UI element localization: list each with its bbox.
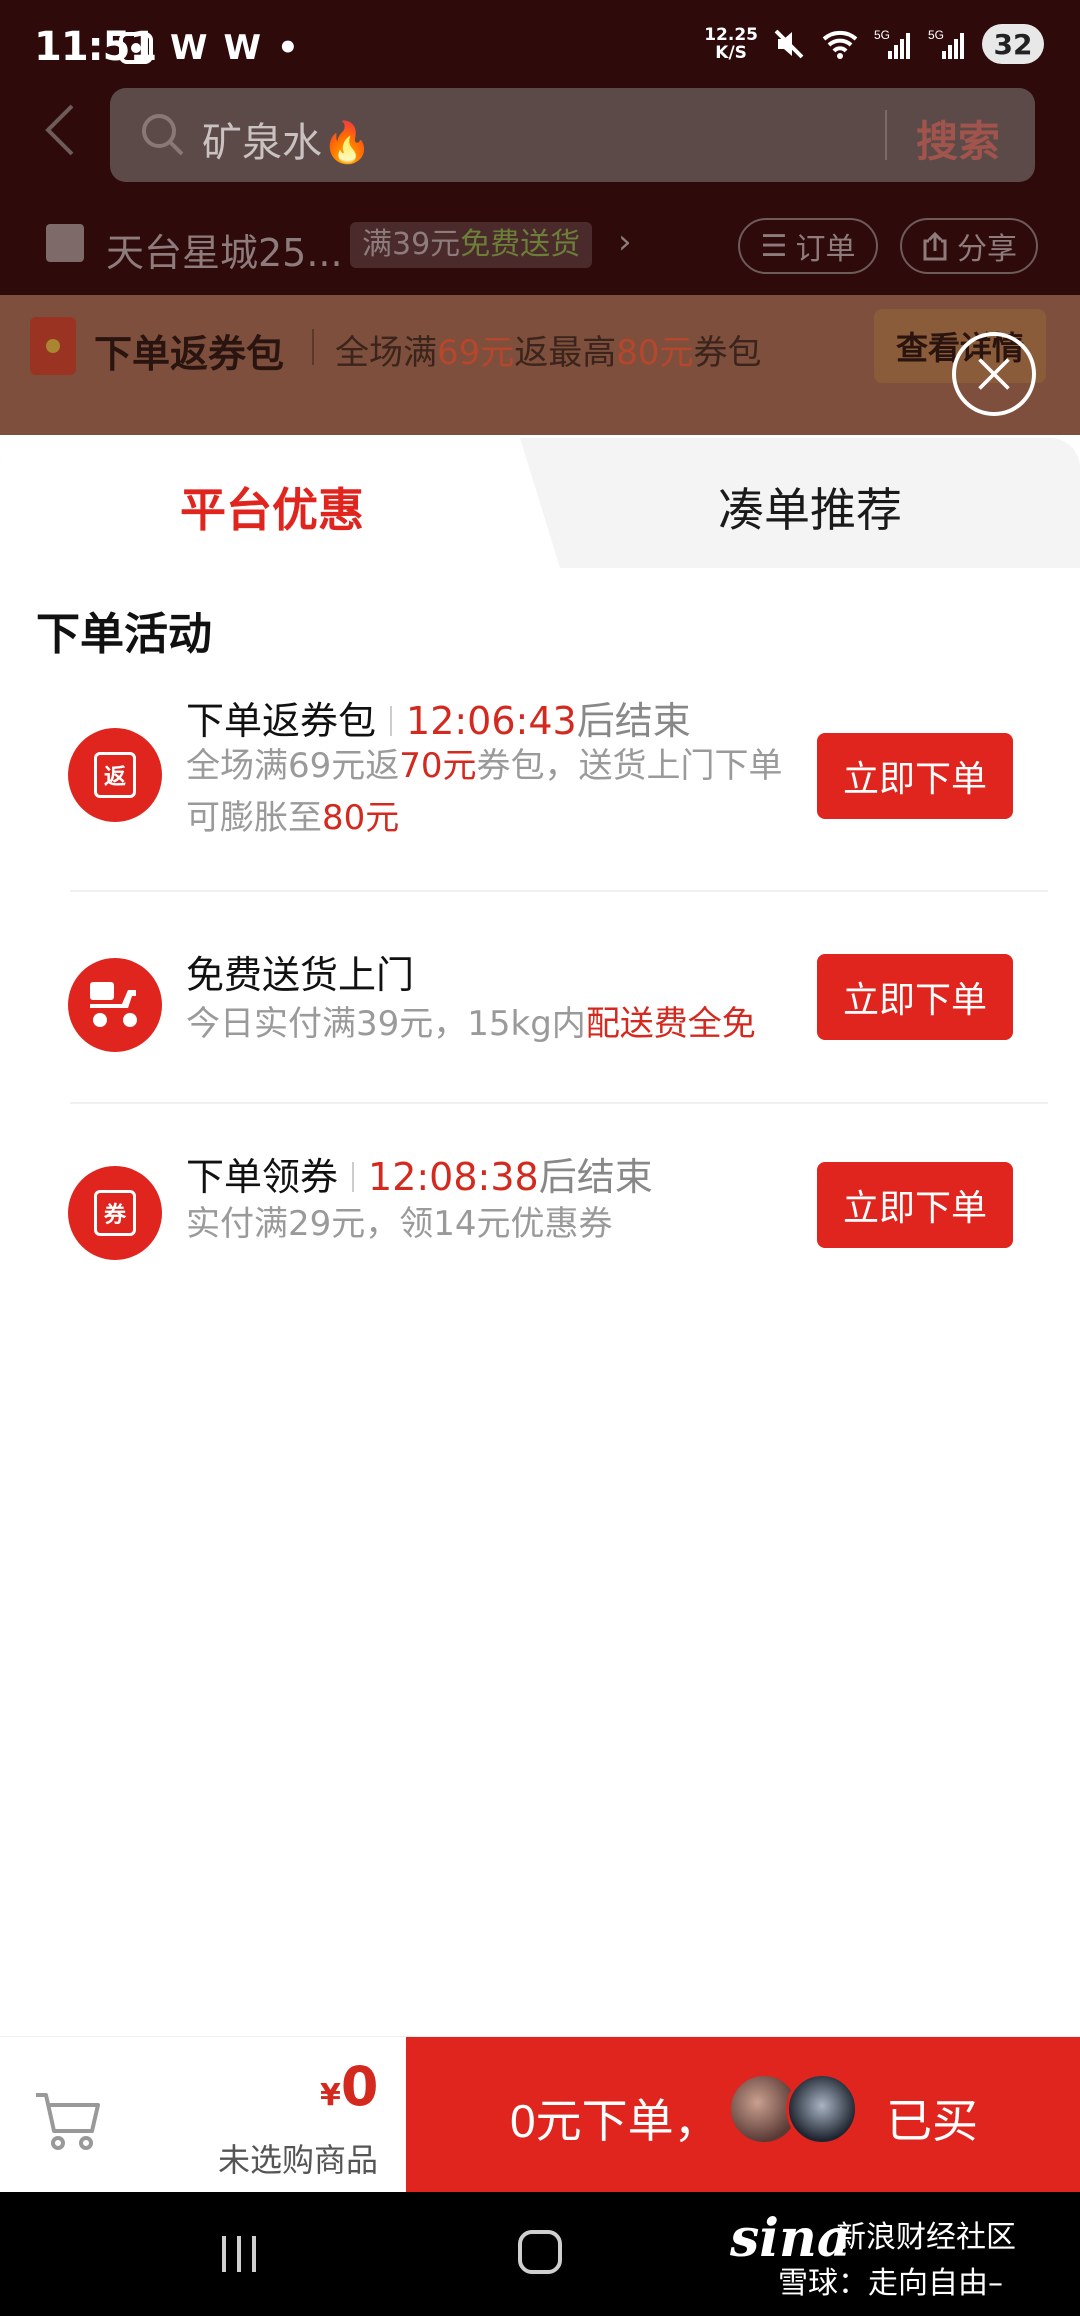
search-button[interactable]: 搜索 <box>916 108 1000 169</box>
store-info-row: 天台星城25... 满39元免费送货 › ☰ 订单 分享 <box>0 210 1080 280</box>
close-icon[interactable] <box>952 332 1036 416</box>
order-now-button[interactable]: 立即下单 <box>817 954 1013 1040</box>
activity-item-free-delivery: 免费送货上门 今日实付满39元，15kg内配送费全免 立即下单 <box>0 938 1080 1098</box>
chevron-right-icon[interactable]: › <box>618 222 632 262</box>
w-app-icon: W <box>223 28 262 68</box>
coupon-icon: 券 <box>68 1166 162 1260</box>
return-coupon-icon: 返 <box>68 728 162 822</box>
wifi-icon <box>822 30 858 59</box>
activity-description: 实付满29元，领14元优惠券 <box>186 1204 613 1244</box>
dot-icon: • <box>277 28 299 68</box>
system-nav-bar: sina 新浪财经社区 雪球：走向自由– <box>0 2192 1080 2316</box>
divider <box>70 890 1048 892</box>
red-packet-icon <box>30 317 76 375</box>
countdown-timer: 12:08:38 <box>368 1155 539 1199</box>
search-icon <box>142 114 184 156</box>
activity-title: 下单领券 12:08:38后结束 <box>186 1155 653 1199</box>
search-divider <box>885 110 887 160</box>
cart-total: ¥0 <box>320 2055 379 2118</box>
status-notification-icons: W W • <box>118 28 299 68</box>
recents-icon[interactable] <box>218 2234 260 2274</box>
w-app-icon: W <box>170 28 208 68</box>
signal-5g-icon: 5G <box>928 28 964 59</box>
promo-title: 下单返券包 <box>94 332 285 376</box>
promo-description: 全场满69元返最高80元券包 <box>335 333 762 373</box>
watermark-text: 新浪财经社区 <box>836 2220 1016 2255</box>
status-bar: 11:51 W W • 12.25 K/S 5G 5G 32 <box>0 0 1080 90</box>
scooter-icon <box>90 982 137 1027</box>
free-delivery-badge: 满39元免费送货 <box>350 222 593 268</box>
delivery-scooter-icon <box>68 958 162 1052</box>
tab-bundle-recommend[interactable]: 凑单推荐 <box>718 474 902 540</box>
screenshot-icon <box>119 32 153 64</box>
list-icon: ☰ <box>760 229 788 263</box>
svg-text:5G: 5G <box>874 28 890 42</box>
store-name[interactable]: 天台星城25... <box>106 222 343 277</box>
share-icon <box>923 231 947 261</box>
mute-icon <box>774 29 804 59</box>
promotions-sheet: 平台优惠 凑单推荐 下单活动 返 下单返券包 12:06:43后结束 全场满69元… <box>0 438 1080 2038</box>
network-speed: 12.25 K/S <box>704 25 758 63</box>
share-button[interactable]: 分享 <box>900 218 1038 274</box>
status-system-icons: 12.25 K/S 5G 5G 32 <box>704 24 1044 64</box>
battery-indicator: 32 <box>982 24 1044 64</box>
order-now-button[interactable]: 立即下单 <box>817 1162 1013 1248</box>
activity-description: 今日实付满39元，15kg内配送费全免 <box>186 1004 756 1044</box>
store-icon <box>46 224 84 262</box>
watermark-text: 雪球：走向自由– <box>778 2266 1003 2301</box>
promo-divider <box>312 329 314 365</box>
zero-yuan-order-button[interactable]: 0元下单， 已买 <box>406 2037 1080 2193</box>
order-now-button[interactable]: 立即下单 <box>817 733 1013 819</box>
orders-button[interactable]: ☰ 订单 <box>738 218 878 274</box>
svg-text:5G: 5G <box>928 28 944 42</box>
sheet-tabs: 平台优惠 凑单推荐 <box>0 438 1080 568</box>
divider <box>70 1102 1048 1104</box>
cart-icon[interactable] <box>32 2085 104 2157</box>
cart-empty-hint: 未选购商品 <box>218 2141 379 2179</box>
activity-description: 全场满69元返70元券包，送货上门下单可膨胀至80元 <box>186 746 783 838</box>
home-icon[interactable] <box>518 2230 562 2274</box>
tab-platform-offers[interactable]: 平台优惠 <box>180 474 364 540</box>
search-input[interactable]: 矿泉水🔥 <box>202 110 372 168</box>
activity-title: 下单返券包 12:06:43后结束 <box>186 699 691 743</box>
activity-item-return-coupon: 返 下单返券包 12:06:43后结束 全场满69元返70元券包，送货上门下单可膨… <box>0 678 1080 898</box>
cart-bar: ¥0 未选购商品 0元下单， 已买 <box>0 2036 1080 2193</box>
avatar <box>786 2073 858 2145</box>
signal-5g-icon: 5G <box>874 28 910 59</box>
activity-item-coupon: 券 下单领券 12:08:38后结束 实付满29元，领14元优惠券 立即下单 <box>0 1146 1080 1306</box>
countdown-timer: 12:06:43 <box>406 699 577 743</box>
coupon-promo-banner: 下单返券包 全场满69元返最高80元券包 查看详情 <box>0 295 1080 435</box>
search-bar[interactable]: 矿泉水🔥 搜索 <box>110 88 1035 182</box>
section-title: 下单活动 <box>36 609 212 660</box>
activity-title: 免费送货上门 <box>186 953 415 997</box>
back-arrow-icon[interactable] <box>40 100 80 160</box>
